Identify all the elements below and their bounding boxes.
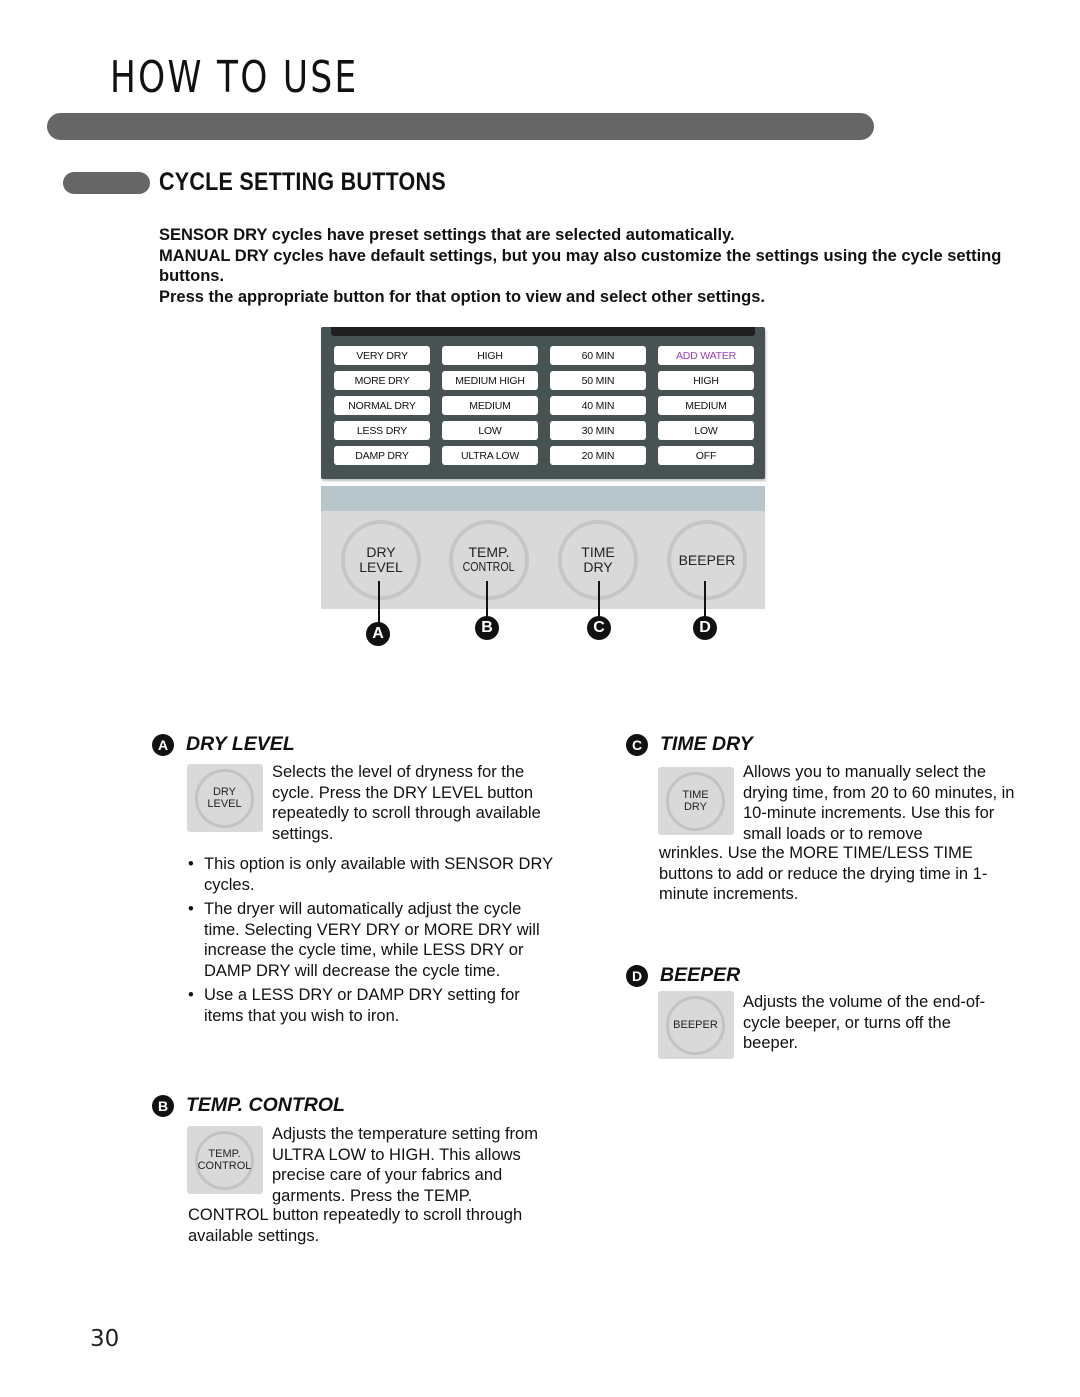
time-dry-title: TIME DRY	[660, 733, 753, 755]
option-beeper-add-water: ADD WATER	[658, 346, 754, 365]
icon-label: CONTROL	[197, 1159, 252, 1172]
time-dry-button-label: TIME	[581, 544, 615, 560]
option-temp-medium: MEDIUM	[442, 396, 538, 415]
callout-leader-d	[704, 581, 706, 621]
callout-d-icon: D	[626, 964, 648, 987]
option-time-60: 60 MIN	[550, 346, 646, 365]
callout-b-icon: B	[475, 616, 499, 640]
dry-level-button[interactable]: DRY LEVEL	[341, 520, 421, 600]
time-dry-description: Allows you to manually select the drying…	[743, 763, 1015, 843]
callout-leader-b	[486, 581, 488, 621]
intro-line: MANUAL DRY cycles have default settings,…	[159, 246, 1002, 286]
temp-control-title: TEMP. CONTROL	[186, 1094, 345, 1116]
callout-leader-a	[378, 581, 380, 628]
callout-a-icon: A	[366, 622, 390, 646]
option-dry-level-damp-dry: DAMP DRY	[334, 446, 430, 465]
time-dry-description-cont: wrinkles. Use the MORE TIME/LESS TIME bu…	[659, 844, 988, 903]
section-marker	[63, 172, 150, 194]
beeper-title: BEEPER	[660, 964, 741, 986]
control-panel-display: VERY DRY HIGH 60 MIN ADD WATER MORE DRY …	[321, 327, 765, 479]
icon-label: DRY	[212, 786, 237, 798]
time-dry-heading: C TIME DRY	[626, 733, 753, 756]
intro-text: SENSOR DRY cycles have preset settings t…	[159, 225, 1019, 307]
temp-control-button[interactable]: TEMP. CONTROL	[449, 520, 529, 600]
callout-b-icon: B	[152, 1094, 174, 1117]
beeper-button-label: BEEPER	[678, 551, 736, 568]
time-dry-button-label: DRY	[583, 559, 613, 575]
dry-level-description: Selects the level of dryness for the cyc…	[272, 763, 541, 843]
panel-band	[321, 486, 765, 511]
page-title: HOW TO USE	[110, 52, 359, 103]
icon-label: BEEPER	[673, 1018, 718, 1031]
temp-control-description-cont: CONTROL button repeatedly to scroll thro…	[188, 1206, 523, 1245]
callout-a-icon: A	[152, 733, 174, 756]
temp-control-button-label: CONTROL	[463, 560, 515, 574]
beeper-button-icon: BEEPER	[658, 991, 734, 1059]
option-temp-high: HIGH	[442, 346, 538, 365]
page-number: 30	[90, 1326, 120, 1352]
beeper-description: Adjusts the volume of the end-of-cycle b…	[743, 993, 986, 1052]
intro-line: Press the appropriate button for that op…	[159, 287, 765, 306]
option-time-50: 50 MIN	[550, 371, 646, 390]
note-item: This option is only available with SENSO…	[188, 854, 558, 895]
option-dry-level-more-dry: MORE DRY	[334, 371, 430, 390]
dry-level-button-label: DRY	[366, 544, 396, 560]
temp-control-button-icon: TEMP. CONTROL	[187, 1126, 263, 1194]
dry-level-notes: This option is only available with SENSO…	[188, 854, 558, 1030]
title-divider-bar	[47, 113, 874, 140]
note-item: Use a LESS DRY or DAMP DRY setting for i…	[188, 985, 558, 1026]
icon-label: DRY	[683, 800, 708, 813]
option-beeper-high: HIGH	[658, 371, 754, 390]
dry-level-button-icon: DRY LEVEL	[187, 764, 263, 832]
callout-c-icon: C	[587, 616, 611, 640]
beeper-button[interactable]: BEEPER	[667, 520, 747, 600]
option-time-20: 20 MIN	[550, 446, 646, 465]
option-temp-ultra-low: ULTRA LOW	[442, 446, 538, 465]
option-temp-medium-high: MEDIUM HIGH	[442, 371, 538, 390]
option-beeper-off: OFF	[658, 446, 754, 465]
display-strip	[331, 327, 755, 336]
dry-level-title: DRY LEVEL	[186, 733, 295, 755]
intro-line: SENSOR DRY cycles have preset settings t…	[159, 226, 735, 244]
option-beeper-medium: MEDIUM	[658, 396, 754, 415]
option-dry-level-very-dry: VERY DRY	[334, 346, 430, 365]
temp-control-button-label: TEMP.	[468, 544, 510, 560]
note-item: The dryer will automatically adjust the …	[188, 899, 558, 981]
dry-level-heading: A DRY LEVEL	[152, 733, 295, 756]
option-time-40: 40 MIN	[550, 396, 646, 415]
dry-level-button-label: LEVEL	[359, 559, 403, 575]
section-title: CYCLE SETTING BUTTONS	[159, 168, 446, 196]
option-temp-low: LOW	[442, 421, 538, 440]
time-dry-button-icon: TIME DRY	[658, 767, 734, 835]
callout-leader-c	[598, 581, 600, 621]
callout-c-icon: C	[626, 733, 648, 756]
option-time-30: 30 MIN	[550, 421, 646, 440]
beeper-heading: D BEEPER	[626, 964, 740, 987]
icon-label: LEVEL	[207, 797, 242, 810]
temp-control-heading: B TEMP. CONTROL	[152, 1094, 345, 1117]
option-grid: VERY DRY HIGH 60 MIN ADD WATER MORE DRY …	[334, 346, 754, 465]
temp-control-description: Adjusts the temperature setting from ULT…	[272, 1125, 538, 1205]
option-dry-level-less-dry: LESS DRY	[334, 421, 430, 440]
option-beeper-low: LOW	[658, 421, 754, 440]
callout-d-icon: D	[693, 616, 717, 640]
icon-label: TEMP.	[208, 1148, 241, 1160]
control-panel-buttons: DRY LEVEL TEMP. CONTROL TIME DRY BEEPER	[321, 511, 765, 628]
icon-label: TIME	[682, 789, 709, 801]
option-dry-level-normal-dry: NORMAL DRY	[334, 396, 430, 415]
